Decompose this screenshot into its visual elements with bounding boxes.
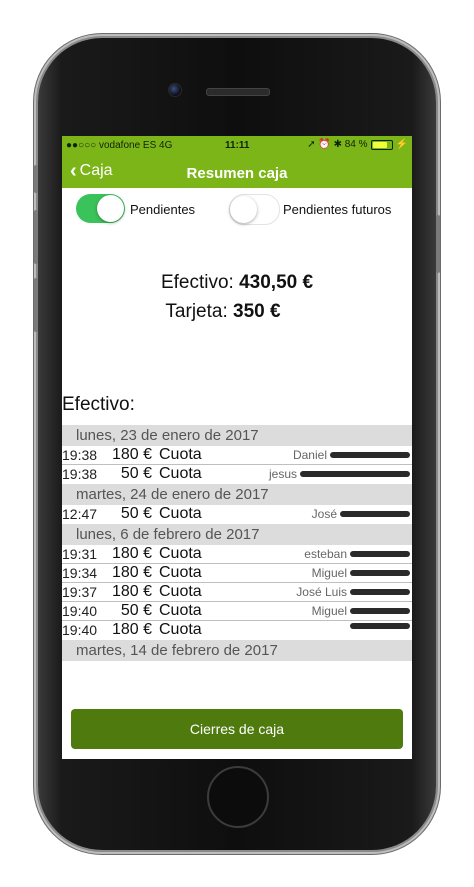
transaction-concept: Cuota — [159, 564, 202, 581]
pendientes-label: Pendientes — [130, 202, 196, 217]
payer-name: jesus — [269, 467, 410, 481]
payer-name: José — [312, 507, 410, 521]
payer-name: Miguel — [312, 604, 410, 618]
volume-down-button — [34, 278, 38, 332]
carrier-label: ●●○○○ vodafone ES 4G — [66, 140, 173, 151]
charging-bolt-icon: ⚡ — [395, 139, 408, 150]
transaction-amount: 180 € — [111, 545, 152, 562]
transaction-row[interactable]: 19:37 180 € Cuota José Luis — [62, 583, 412, 602]
filter-toggles: Pendientes Pendientes futuros — [62, 192, 412, 226]
transaction-amount: 180 € — [111, 621, 152, 638]
redacted-surname — [340, 511, 410, 517]
transaction-row[interactable]: 12:47 50 € Cuota José — [62, 505, 412, 524]
efectivo-total-label: Efectivo: — [160, 272, 234, 293]
transaction-row[interactable]: 19:34 180 € Cuota Miguel — [62, 564, 412, 583]
redacted-surname — [350, 623, 410, 629]
earpiece-speaker — [206, 88, 270, 96]
redacted-surname — [330, 452, 410, 458]
payer-first-name: jesus — [268, 467, 297, 481]
payer-name — [347, 623, 410, 629]
redacted-surname — [300, 471, 410, 477]
mute-switch — [34, 165, 38, 193]
transaction-time: 12:47 — [62, 506, 98, 522]
transaction-concept: Cuota — [159, 602, 202, 619]
transaction-time: 19:40 — [62, 622, 98, 638]
status-indicators: ➚ ⏰ ✱ 84 % ⚡ — [307, 139, 408, 150]
payer-name: Miguel — [312, 566, 410, 580]
efectivo-total-value: 430,50 € — [239, 272, 314, 293]
redacted-surname — [350, 570, 410, 576]
transaction-concept: Cuota — [159, 505, 202, 522]
payer-first-name: esteban — [304, 547, 347, 561]
transaction-row[interactable]: 19:40 50 € Cuota Miguel — [62, 602, 412, 621]
payer-first-name: José Luis — [296, 585, 347, 599]
pendientes-futuros-switch[interactable] — [229, 194, 280, 225]
transaction-concept: Cuota — [159, 545, 202, 562]
transaction-time: 19:37 — [62, 584, 98, 600]
tarjeta-total-value: 350 € — [233, 301, 281, 322]
transaction-amount: 50 € — [120, 602, 152, 619]
pendientes-futuros-label: Pendientes futuros — [283, 202, 392, 217]
transaction-time: 19:31 — [62, 546, 98, 562]
transaction-time: 19:40 — [62, 603, 98, 619]
transaction-time: 19:38 — [62, 466, 98, 482]
payer-name: esteban — [304, 547, 410, 561]
payer-first-name: Miguel — [311, 566, 347, 580]
transaction-time: 19:38 — [62, 447, 98, 463]
transaction-concept: Cuota — [159, 583, 202, 600]
transaction-time: 19:34 — [62, 565, 98, 581]
transaction-amount: 180 € — [111, 564, 152, 581]
front-camera — [168, 83, 182, 97]
payer-first-name: José — [311, 507, 337, 521]
day-header: lunes, 6 de febrero de 2017 — [62, 524, 412, 545]
home-button[interactable] — [207, 766, 269, 828]
redacted-surname — [350, 551, 410, 557]
transaction-amount: 180 € — [111, 583, 152, 600]
power-button — [436, 215, 440, 273]
navigation-bar: ‹ Caja Resumen caja — [62, 156, 412, 188]
day-header: martes, 24 de enero de 2017 — [62, 484, 412, 505]
status-icons: ➚ ⏰ ✱ 84 % — [307, 139, 368, 150]
payer-name: José Luis — [296, 585, 410, 599]
day-header: martes, 14 de febrero de 2017 — [62, 640, 412, 661]
transaction-concept: Cuota — [159, 621, 202, 638]
transaction-row[interactable]: 19:31 180 € Cuota esteban — [62, 545, 412, 564]
page-title: Resumen caja — [186, 165, 288, 182]
transaction-row[interactable]: 19:40 180 € Cuota — [62, 621, 412, 640]
transaction-amount: 50 € — [120, 465, 152, 482]
payer-name: Daniel — [293, 448, 410, 462]
efectivo-total: Efectivo: 430,50 € — [62, 272, 412, 294]
transaction-amount: 180 € — [111, 446, 152, 463]
day-header: lunes, 23 de enero de 2017 — [62, 425, 412, 446]
transactions-list: lunes, 23 de enero de 2017 19:38 180 € Cuot… — [62, 425, 412, 661]
transaction-row[interactable]: 19:38 50 € Cuota jesus — [62, 465, 412, 484]
tarjeta-total: Tarjeta: 350 € — [62, 301, 398, 323]
transaction-concept: Cuota — [159, 465, 202, 482]
payer-first-name: Miguel — [311, 604, 347, 618]
volume-up-button — [34, 210, 38, 264]
battery-icon — [370, 139, 393, 150]
status-bar: ●●○○○ vodafone ES 4G 11:11 ➚ ⏰ ✱ 84 % ⚡ — [62, 136, 412, 156]
tarjeta-total-label: Tarjeta: — [165, 301, 228, 322]
payer-first-name: Daniel — [292, 448, 327, 462]
transaction-row[interactable]: 19:38 180 € Cuota Daniel — [62, 446, 412, 465]
redacted-surname — [350, 589, 410, 595]
pendientes-switch[interactable] — [76, 194, 125, 223]
app-screen: ●●○○○ vodafone ES 4G 11:11 ➚ ⏰ ✱ 84 % ⚡ … — [62, 136, 412, 759]
transaction-concept: Cuota — [159, 446, 202, 463]
section-title: Efectivo: — [62, 394, 135, 415]
redacted-surname — [350, 608, 410, 614]
cierres-de-caja-button[interactable]: Cierres de caja — [71, 709, 403, 749]
transaction-amount: 50 € — [120, 505, 152, 522]
status-time: 11:11 — [225, 140, 250, 151]
